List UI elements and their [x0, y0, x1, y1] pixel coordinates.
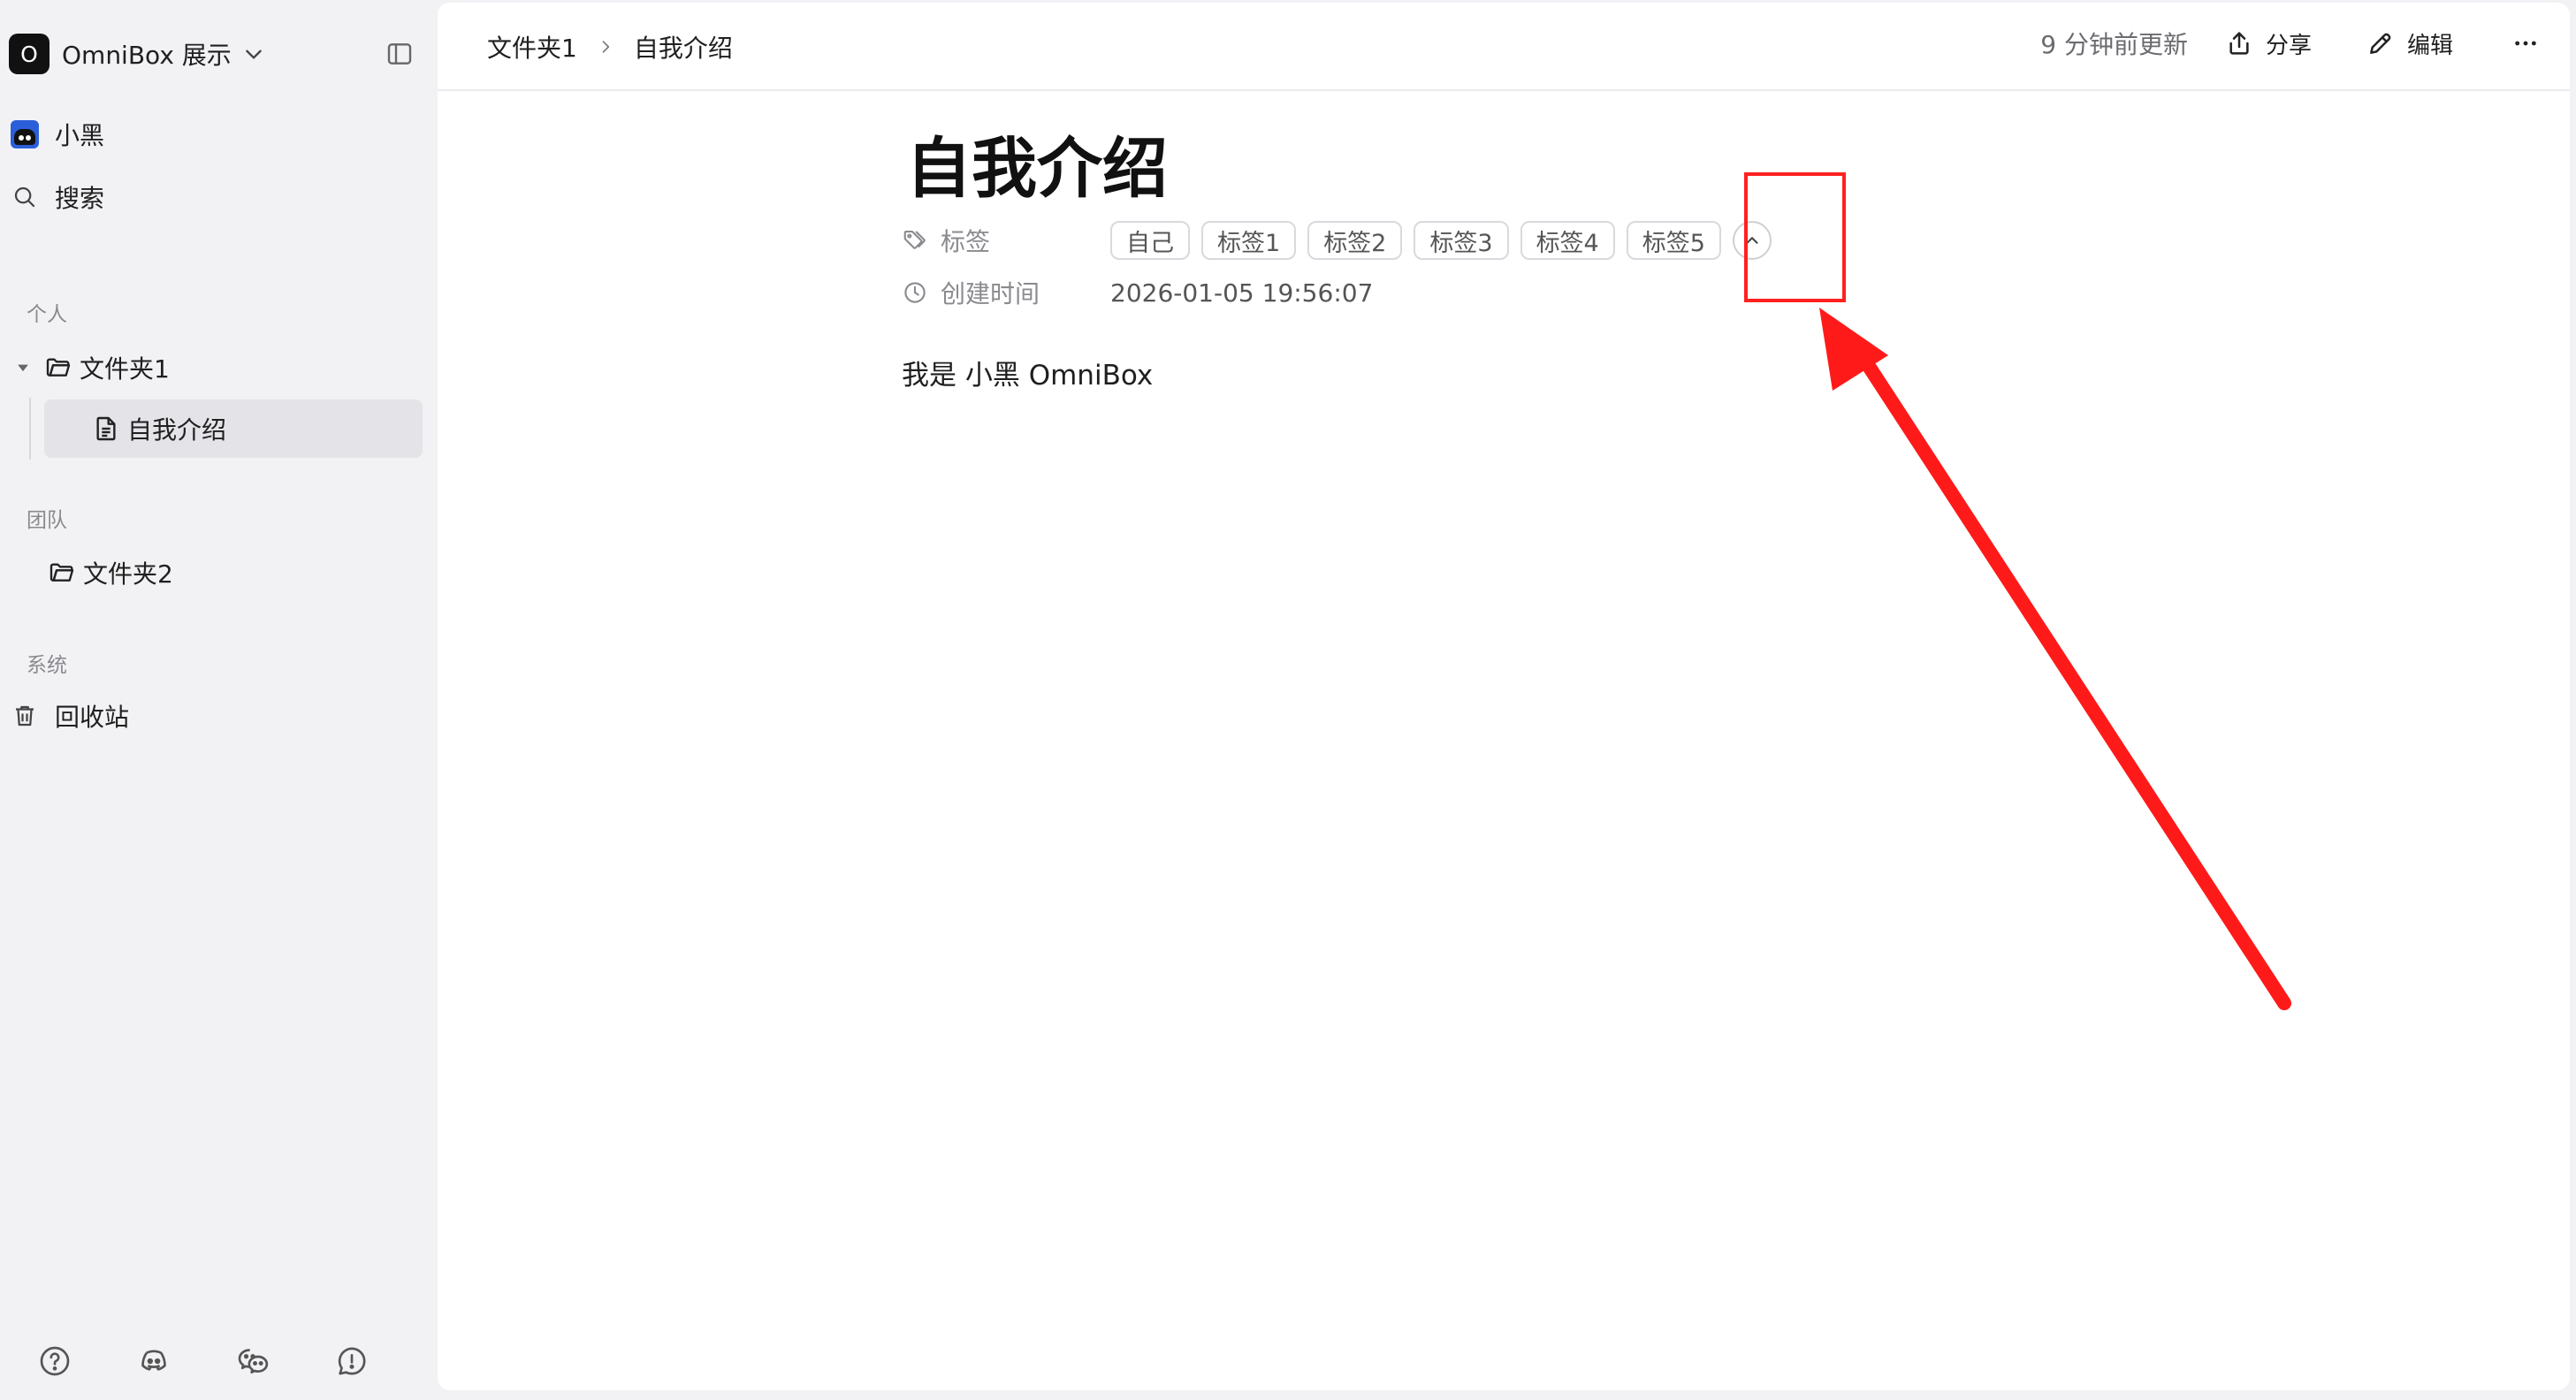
- share-label: 分享: [2265, 32, 2312, 59]
- sidebar-footer: [35, 1342, 431, 1381]
- tags-property: 标签 自己 标签1 标签2 标签3 标签4 标签5: [902, 221, 1772, 260]
- discord-icon[interactable]: [134, 1342, 173, 1381]
- trash-icon: [16, 705, 34, 727]
- folder-label: 文件夹2: [83, 559, 173, 589]
- sidebar-toggle-icon[interactable]: [385, 40, 414, 68]
- sidebar-folder-1[interactable]: 文件夹1: [14, 350, 170, 385]
- breadcrumb: 文件夹1 自我介绍: [487, 29, 733, 65]
- section-personal: 个人: [27, 303, 67, 326]
- tag-icon: [903, 230, 926, 249]
- created-key-label: 创建时间: [941, 279, 1040, 308]
- wechat-icon[interactable]: [233, 1342, 272, 1381]
- document-body[interactable]: 我是 小黑 OmniBox: [902, 353, 1153, 392]
- sidebar-folder-2[interactable]: 文件夹2: [48, 555, 173, 590]
- section-team: 团队: [27, 509, 67, 532]
- avatar: [11, 120, 39, 148]
- created-property: 创建时间 2026-01-05 19:56:07: [902, 273, 1373, 312]
- tag-chip[interactable]: 自己: [1110, 221, 1190, 260]
- user-item[interactable]: 小黑: [11, 117, 104, 152]
- workspace-logo: O: [9, 34, 50, 74]
- workspace-name: OmniBox 展示: [62, 41, 232, 70]
- tag-chip[interactable]: 标签4: [1520, 221, 1615, 260]
- created-value: 2026-01-05 19:56:07: [1110, 278, 1374, 308]
- folder-label: 文件夹1: [80, 354, 170, 384]
- share-icon: [2229, 32, 2249, 55]
- topbar: 文件夹1 自我介绍 9 分钟前更新 分享 编辑: [438, 3, 2570, 91]
- share-button[interactable]: 分享: [2225, 27, 2312, 60]
- feedback-icon[interactable]: [332, 1342, 371, 1381]
- folder-open-icon: [50, 563, 74, 582]
- folder-open-icon: [46, 358, 71, 377]
- workspace-switcher[interactable]: O OmniBox 展示: [9, 34, 265, 74]
- user-name: 小黑: [55, 121, 105, 150]
- search-label: 搜索: [55, 184, 105, 213]
- tags-key-label: 标签: [941, 227, 991, 256]
- chevron-down-icon: [246, 49, 262, 59]
- breadcrumb-item[interactable]: 文件夹1: [487, 29, 577, 65]
- pencil-icon: [2370, 33, 2391, 54]
- tag-chip[interactable]: 标签3: [1414, 221, 1509, 260]
- doc-label: 自我介绍: [127, 415, 227, 445]
- tag-list: 自己 标签1 标签2 标签3 标签4 标签5: [1110, 221, 1772, 260]
- section-system: 系统: [27, 654, 67, 677]
- document-icon: [96, 416, 116, 441]
- edit-label: 编辑: [2406, 32, 2453, 59]
- document-title[interactable]: 自我介绍: [906, 116, 1168, 210]
- more-options-icon[interactable]: [2508, 26, 2543, 61]
- breadcrumb-item[interactable]: 自我介绍: [634, 29, 733, 65]
- edit-button[interactable]: 编辑: [2366, 27, 2453, 60]
- sidebar-doc-intro[interactable]: 自我介绍: [92, 411, 226, 446]
- clock-icon: [904, 282, 926, 303]
- main-panel: 文件夹1 自我介绍 9 分钟前更新 分享 编辑 自我介绍 标签 自己 标签1 标…: [438, 3, 2570, 1390]
- chevron-up-icon: [1746, 237, 1758, 244]
- updated-time: 9 分钟前更新: [2040, 30, 2188, 59]
- sidebar: O OmniBox 展示 小黑 搜索 个人 文件夹1 自我介绍 团队 文件夹2 …: [0, 0, 436, 1400]
- tree-guide-line: [29, 398, 31, 460]
- top-actions: 9 分钟前更新 分享 编辑: [2040, 26, 2543, 61]
- sidebar-trash[interactable]: 回收站: [11, 698, 129, 734]
- tag-chip[interactable]: 标签5: [1626, 221, 1721, 260]
- tag-chip[interactable]: 标签1: [1201, 221, 1297, 260]
- tags-collapse-button[interactable]: [1732, 221, 1772, 260]
- created-key: 创建时间: [902, 275, 1110, 310]
- tags-key: 标签: [902, 223, 1110, 258]
- tag-chip[interactable]: 标签2: [1307, 221, 1403, 260]
- search-icon: [14, 186, 35, 208]
- trash-label: 回收站: [55, 703, 130, 732]
- caret-down-icon[interactable]: [14, 359, 32, 377]
- chevron-right-icon: [602, 41, 609, 53]
- help-icon[interactable]: [35, 1342, 74, 1381]
- search-item[interactable]: 搜索: [11, 179, 104, 215]
